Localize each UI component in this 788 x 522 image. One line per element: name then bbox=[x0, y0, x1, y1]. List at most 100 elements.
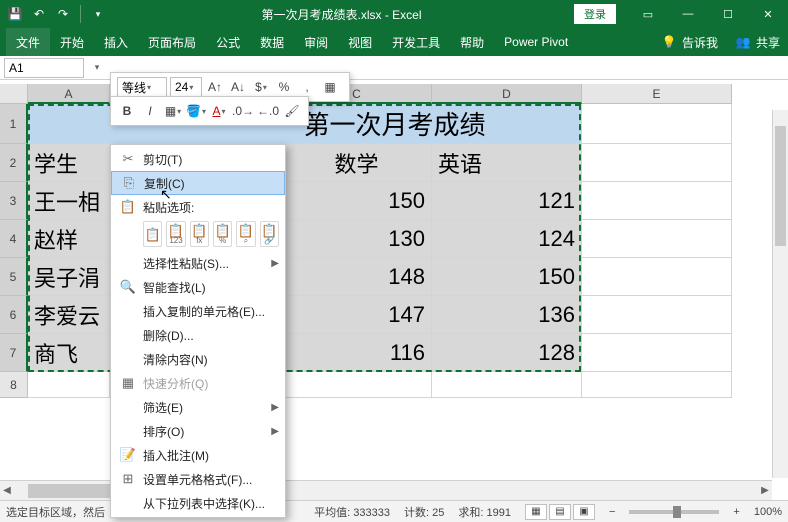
undo-icon[interactable]: ↶ bbox=[28, 3, 50, 25]
cell-d4[interactable]: 124 bbox=[432, 220, 582, 258]
ctx-delete[interactable]: 删除(D)... bbox=[111, 323, 285, 347]
ctx-filter[interactable]: 筛选(E) ▶ bbox=[111, 395, 285, 419]
font-color-icon[interactable]: A▾ bbox=[209, 101, 229, 121]
col-header-a[interactable]: A bbox=[28, 84, 110, 104]
borders-icon[interactable]: ▦▾ bbox=[163, 101, 183, 121]
tab-data[interactable]: 数据 bbox=[250, 28, 294, 57]
cell-e6[interactable] bbox=[582, 296, 732, 334]
row-header-8[interactable]: 8 bbox=[0, 372, 28, 398]
row-header-6[interactable]: 6 bbox=[0, 296, 28, 334]
ctx-copy[interactable]: ⎘ 复制(C) ↖ bbox=[111, 171, 285, 195]
cell-a3[interactable]: 王一相 bbox=[28, 182, 110, 220]
cell-d2[interactable]: 英语 bbox=[432, 144, 582, 182]
cell-d7[interactable]: 128 bbox=[432, 334, 582, 372]
paste-transpose-icon[interactable]: 📋% bbox=[213, 221, 232, 247]
tab-formulas[interactable]: 公式 bbox=[206, 28, 250, 57]
tab-file[interactable]: 文件 bbox=[6, 28, 50, 57]
cell-e7[interactable] bbox=[582, 334, 732, 372]
ctx-pick-from-list[interactable]: 从下拉列表中选择(K)... bbox=[111, 491, 285, 515]
zoom-in-icon[interactable]: + bbox=[733, 506, 739, 518]
row-header-4[interactable]: 4 bbox=[0, 220, 28, 258]
cell-a2[interactable]: 学生 bbox=[28, 144, 110, 182]
row-header-5[interactable]: 5 bbox=[0, 258, 28, 296]
cell-a7[interactable]: 商飞 bbox=[28, 334, 110, 372]
zoom-out-icon[interactable]: − bbox=[609, 506, 615, 518]
paste-formatting-icon[interactable]: 📋⌕ bbox=[236, 221, 255, 247]
qat-customize-icon[interactable]: ▾ bbox=[87, 3, 109, 25]
cell-a8[interactable] bbox=[28, 372, 110, 398]
bulb-icon[interactable]: 💡 bbox=[660, 35, 678, 49]
maximize-icon[interactable]: ☐ bbox=[708, 0, 748, 28]
row-header-7[interactable]: 7 bbox=[0, 334, 28, 372]
merge-center-icon[interactable]: ▦ bbox=[320, 77, 340, 97]
minimize-icon[interactable]: — bbox=[668, 0, 708, 28]
percent-format-icon[interactable]: % bbox=[274, 77, 294, 97]
cell-e1[interactable] bbox=[582, 104, 732, 144]
tell-me[interactable]: 告诉我 bbox=[682, 34, 718, 51]
font-selector[interactable]: 等线▾ bbox=[117, 77, 167, 97]
name-box[interactable]: A1 bbox=[4, 58, 84, 78]
cell-e3[interactable] bbox=[582, 182, 732, 220]
format-painter-icon[interactable]: 🖌 bbox=[282, 101, 302, 121]
ctx-clear-contents[interactable]: 清除内容(N) bbox=[111, 347, 285, 371]
fill-color-icon[interactable]: 🪣▾ bbox=[186, 101, 206, 121]
name-box-dropdown-icon[interactable]: ▾ bbox=[90, 62, 104, 73]
paste-formulas-icon[interactable]: 📋fx bbox=[190, 221, 209, 247]
ctx-insert-copied[interactable]: 插入复制的单元格(E)... bbox=[111, 299, 285, 323]
col-header-d[interactable]: D bbox=[432, 84, 582, 104]
scroll-right-icon[interactable]: ▶ bbox=[758, 485, 772, 496]
cell-d8[interactable] bbox=[432, 372, 582, 398]
redo-icon[interactable]: ↷ bbox=[52, 3, 74, 25]
row-header-3[interactable]: 3 bbox=[0, 182, 28, 220]
font-size-selector[interactable]: 24▾ bbox=[170, 77, 202, 97]
tab-insert[interactable]: 插入 bbox=[94, 28, 138, 57]
view-page-layout-icon[interactable]: ▤ bbox=[549, 504, 571, 520]
vertical-scrollbar[interactable] bbox=[772, 110, 788, 478]
row-header-2[interactable]: 2 bbox=[0, 144, 28, 182]
share-button[interactable]: 共享 bbox=[756, 34, 780, 51]
scroll-left-icon[interactable]: ◀ bbox=[0, 485, 14, 496]
cell-a6[interactable]: 李爱云 bbox=[28, 296, 110, 334]
row-header-1[interactable]: 1 bbox=[0, 104, 28, 144]
cell-c5[interactable]: 148 bbox=[282, 258, 432, 296]
accounting-format-icon[interactable]: $▾ bbox=[251, 77, 271, 97]
cell-c2[interactable]: 数学 bbox=[282, 144, 432, 182]
share-icon[interactable]: 👥 bbox=[734, 35, 752, 49]
cell-a4[interactable]: 赵样 bbox=[28, 220, 110, 258]
cell-e8[interactable] bbox=[582, 372, 732, 398]
ctx-format-cells[interactable]: ⊞ 设置单元格格式(F)... bbox=[111, 467, 285, 491]
cell-e2[interactable] bbox=[582, 144, 732, 182]
ctx-cut[interactable]: ✂ 剪切(T) bbox=[111, 147, 285, 171]
cell-c3[interactable]: 150 bbox=[282, 182, 432, 220]
increase-font-icon[interactable]: A↑ bbox=[205, 77, 225, 97]
ctx-paste-special[interactable]: 选择性粘贴(S)... ▶ bbox=[111, 251, 285, 275]
tab-developer[interactable]: 开发工具 bbox=[382, 28, 450, 57]
cell-e5[interactable] bbox=[582, 258, 732, 296]
ribbon-display-icon[interactable]: ▭ bbox=[628, 0, 668, 28]
cell-a5[interactable]: 吴子涓 bbox=[28, 258, 110, 296]
tab-power-pivot[interactable]: Power Pivot bbox=[494, 29, 578, 55]
decrease-font-icon[interactable]: A↓ bbox=[228, 77, 248, 97]
login-button[interactable]: 登录 bbox=[574, 4, 616, 24]
italic-icon[interactable]: I bbox=[140, 101, 160, 121]
paste-link-icon[interactable]: 📋🔗 bbox=[260, 221, 279, 247]
tab-view[interactable]: 视图 bbox=[338, 28, 382, 57]
cell-c7[interactable]: 116 bbox=[282, 334, 432, 372]
tab-help[interactable]: 帮助 bbox=[450, 28, 494, 57]
tab-page-layout[interactable]: 页面布局 bbox=[138, 28, 206, 57]
increase-decimal-icon[interactable]: .0→ bbox=[232, 101, 254, 121]
tab-review[interactable]: 审阅 bbox=[294, 28, 338, 57]
view-page-break-icon[interactable]: ▣ bbox=[573, 504, 595, 520]
cell-d6[interactable]: 136 bbox=[432, 296, 582, 334]
ctx-insert-comment[interactable]: 📝 插入批注(M) bbox=[111, 443, 285, 467]
cell-c4[interactable]: 130 bbox=[282, 220, 432, 258]
paste-values-icon[interactable]: 📋123 bbox=[166, 221, 185, 247]
ctx-smart-lookup[interactable]: 🔍 智能查找(L) bbox=[111, 275, 285, 299]
decrease-decimal-icon[interactable]: ←.0 bbox=[257, 101, 279, 121]
cell-e4[interactable] bbox=[582, 220, 732, 258]
cell-d3[interactable]: 121 bbox=[432, 182, 582, 220]
zoom-slider[interactable] bbox=[629, 510, 719, 514]
paste-keep-source-icon[interactable]: 📋 bbox=[143, 221, 162, 247]
save-icon[interactable]: 💾 bbox=[4, 3, 26, 25]
comma-format-icon[interactable]: , bbox=[297, 77, 317, 97]
